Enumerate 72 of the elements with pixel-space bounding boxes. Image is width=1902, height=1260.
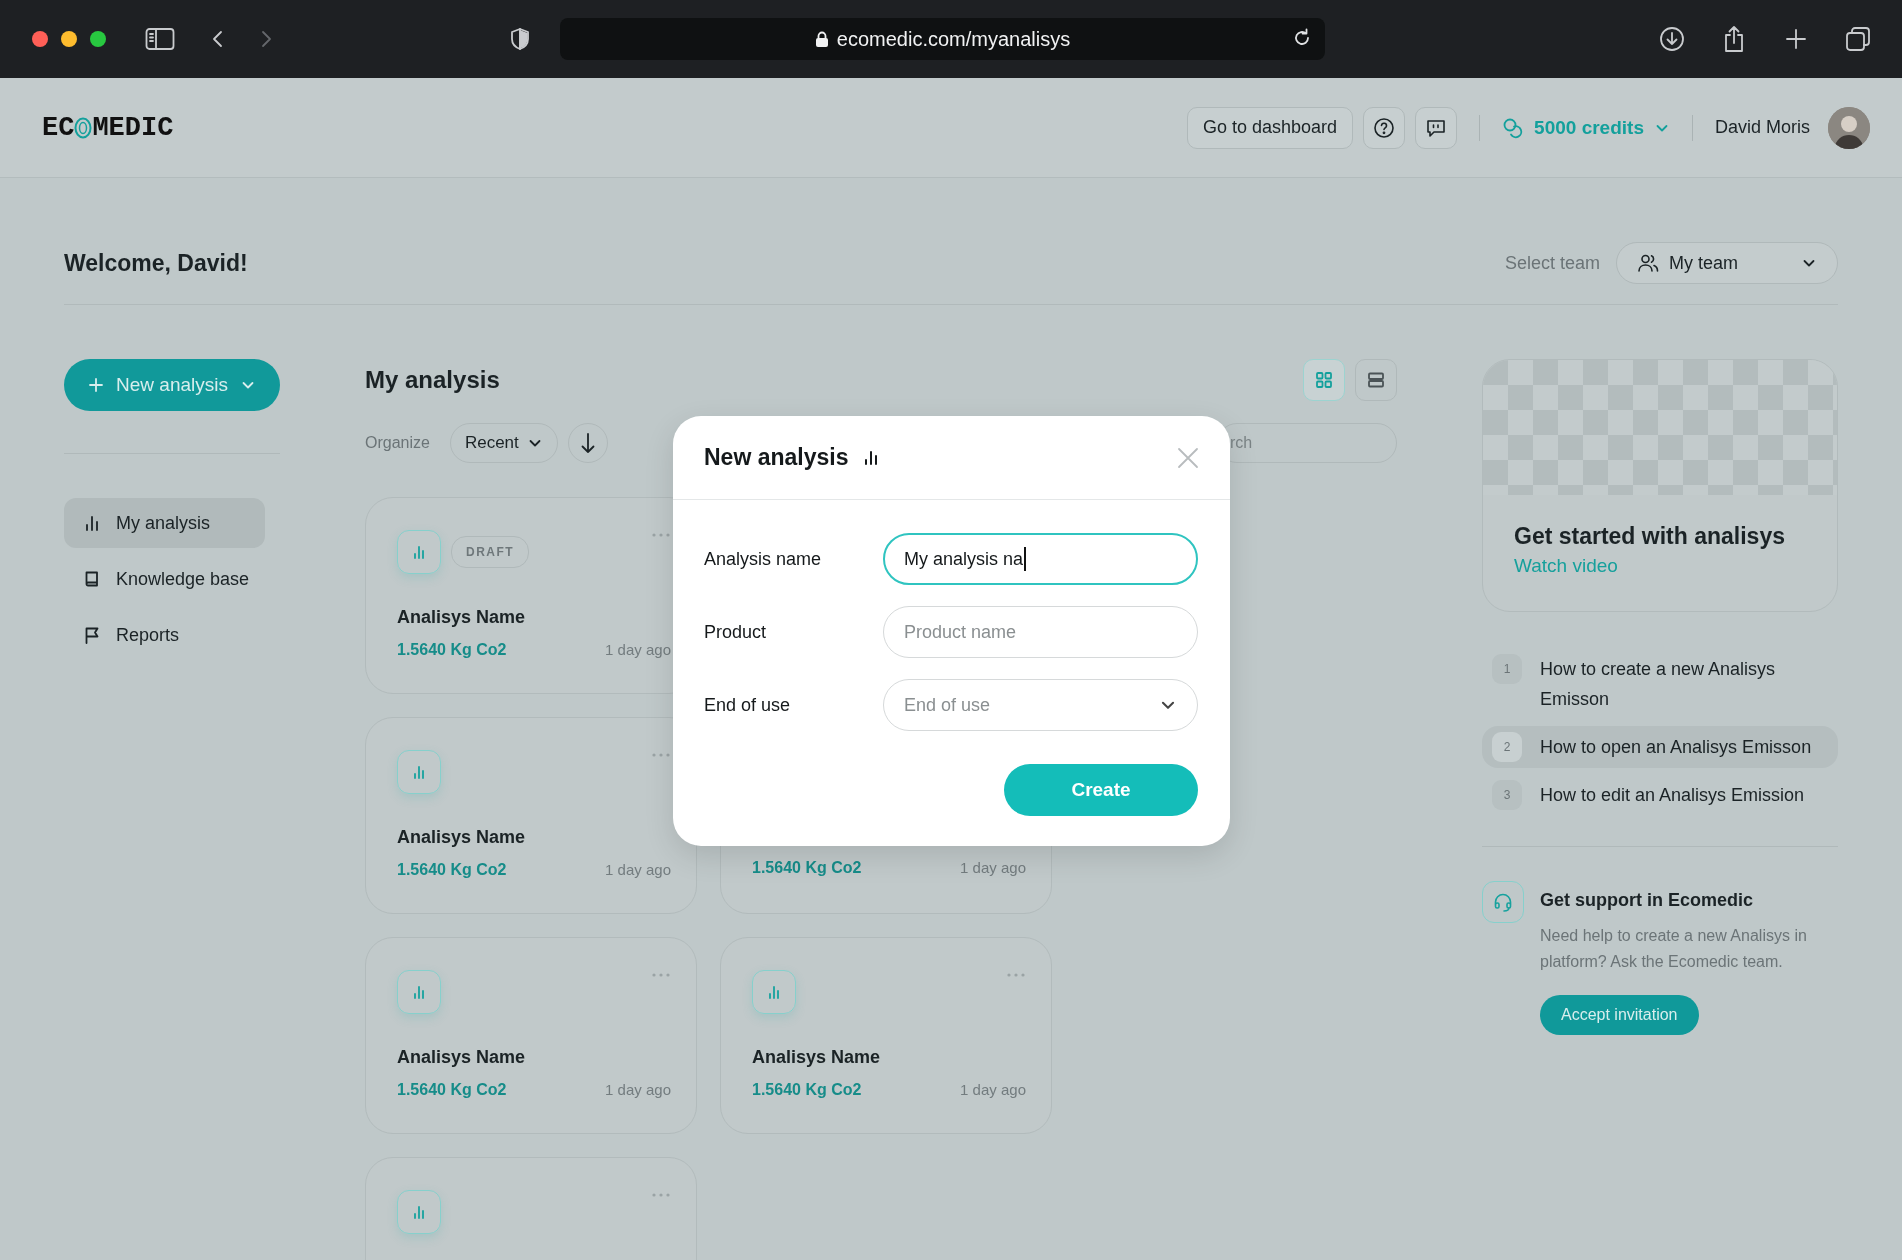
share-icon [1722,25,1746,53]
logo-text: MEDIC [92,112,174,143]
team-label: Select team [1504,252,1600,274]
analysis-name: Analisys Name [752,1046,882,1069]
view-toggle-button[interactable] [1303,359,1345,401]
input-field[interactable]: My analysis na [883,533,1198,585]
guide-step[interactable]: 3 How to edit an Analisys Emission [1482,774,1838,816]
video-title: Get started with analisys [1514,522,1786,551]
analysis-card[interactable]: Analisys Name 1.5640 Kg Co2 1 day ago [720,937,1052,1134]
organize-label: Organize [365,434,430,452]
window-minimize-button[interactable] [61,31,77,47]
coins-icon [1502,116,1525,139]
analysis-name: Analisys Name [397,1046,527,1069]
emission-value: 1.5640 Kg Co2 [397,860,507,880]
shield-icon [509,27,531,51]
field-label: Product [704,621,768,643]
guide-step[interactable]: 2 How to open an Analisys Emisson [1482,726,1838,768]
plus-icon [1785,28,1807,50]
help-button[interactable] [1363,106,1406,149]
field-label: Analysis name [704,548,823,570]
welcome-title: Welcome, David! [64,249,248,277]
dialog-title: New analysis [704,444,849,471]
section-title: My analysis [365,366,500,394]
list-view-icon [1366,370,1386,390]
download-icon [1659,26,1685,52]
sidebar-item[interactable]: Knowledge base [64,554,265,604]
analysis-card[interactable]: Analisys Name 1.5640 Kg Co2 1 day ago [365,717,697,914]
emission-value: 1.5640 Kg Co2 [397,1080,507,1100]
logo-mark-icon [74,116,93,139]
timestamp: 1 day ago [605,1080,671,1100]
timestamp: 1 day ago [960,1080,1026,1100]
status-badge: DRAFT [451,536,530,568]
more-dots-icon [651,752,671,758]
more-dots-icon [651,972,671,978]
lock-icon [814,30,829,48]
window-zoom-button[interactable] [90,31,106,47]
headset-glyph-icon [1492,891,1514,913]
field-label: End of use [704,694,792,716]
plus-icon [88,377,105,393]
help-icon [1373,116,1396,139]
timestamp: 1 day ago [960,858,1026,878]
grid-view-icon [1314,370,1334,390]
emission-value: 1.5640 Kg Co2 [397,640,507,660]
sidebar-icon [145,27,175,51]
team-dropdown[interactable]: My team [1616,242,1838,284]
emission-value: 1.5640 Kg Co2 [752,1080,862,1100]
more-dots-icon [1006,972,1026,978]
more-dots-icon [651,1192,671,1198]
video-card[interactable]: Get started with analisys Watch video [1482,359,1838,612]
chat-button[interactable] [1415,106,1458,149]
address-bar[interactable]: ecomedic.com/myanalisys [560,18,1325,60]
window-close-button[interactable] [32,31,48,47]
more-dots-icon [651,532,671,538]
logo-text: EC [42,112,75,143]
analysis-name: Analisys Name [397,826,527,849]
sidebar-item[interactable]: My analysis [64,498,265,548]
timestamp: 1 day ago [605,640,671,660]
dashboard-button[interactable]: Go to dashboard [1187,106,1354,149]
support-text: Need help to create a new Analisys in platform? Ask the Ecomedic team. [1540,926,1808,972]
user-name: David Moris [1714,117,1810,138]
view-toggle-button[interactable] [1355,359,1397,401]
avatar[interactable] [1828,106,1870,149]
support-title: Get support in Ecomedic [1540,890,1755,911]
analysis-name: Analisys Name [397,606,527,629]
analysis-card[interactable]: Analisys Name 1.5640 Kg Co2 1 day ago [365,937,697,1134]
guide-step[interactable]: 1 How to create a new Analisys Emisson [1482,648,1838,720]
people-icon [1637,252,1659,274]
tabs-icon [1845,26,1871,52]
emission-value: 1.5640 Kg Co2 [752,858,862,878]
close-icon [1177,446,1199,469]
sidebar-item[interactable]: Reports [64,610,265,660]
timestamp: 1 day ago [605,860,671,880]
